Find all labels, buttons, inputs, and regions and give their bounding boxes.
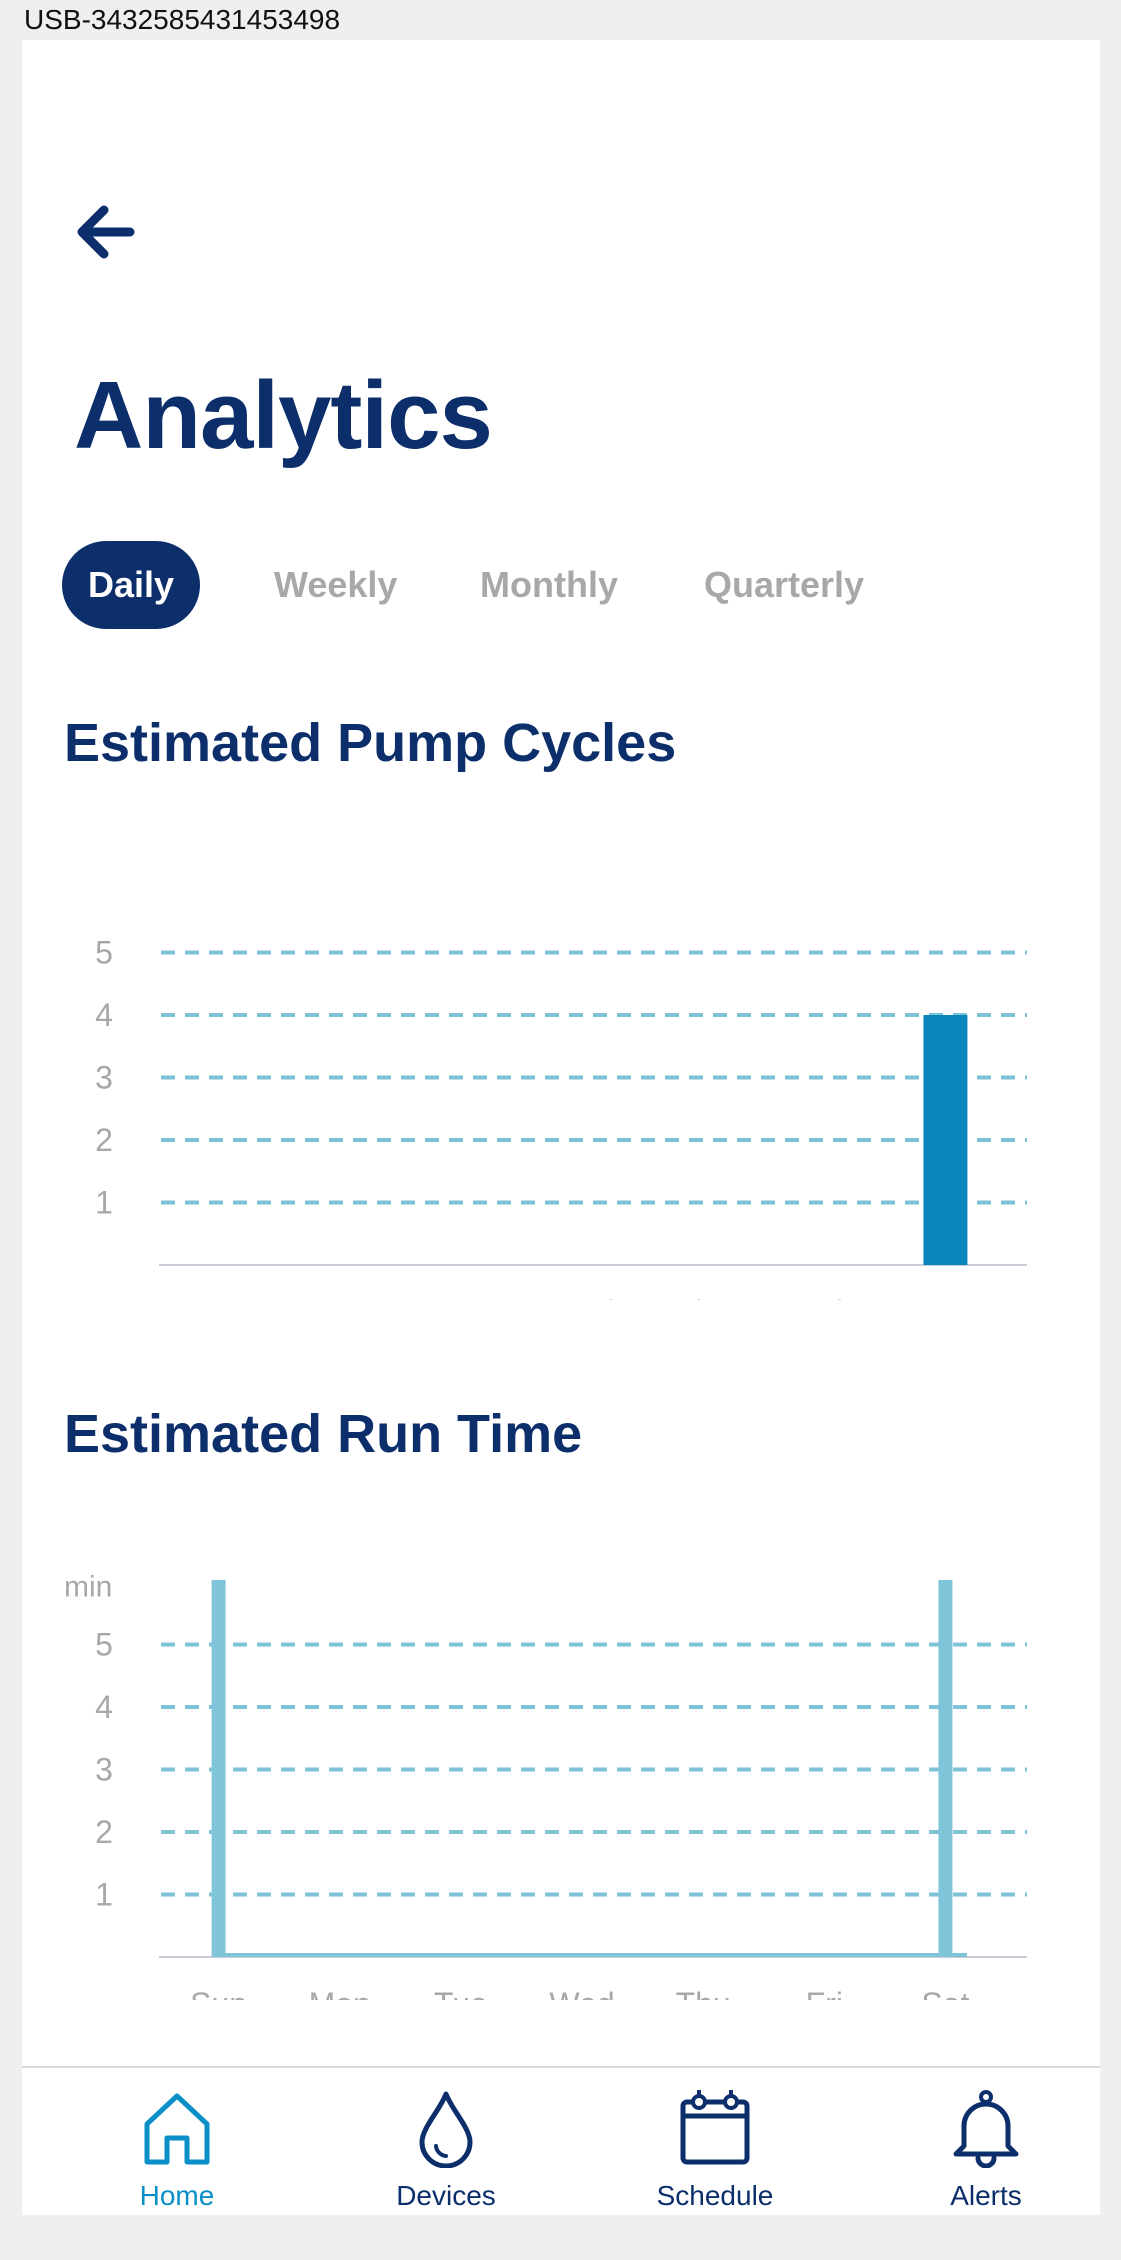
y-tick-label: 4 — [95, 1689, 113, 1725]
nav-devices-label: Devices — [396, 2180, 496, 2211]
y-tick-label: 4 — [95, 997, 113, 1033]
calendar-icon — [680, 2090, 750, 2165]
bar-sat — [923, 1015, 968, 1265]
x-tick-label: Sun — [190, 1294, 247, 1300]
x-tick-label: Wed — [549, 1986, 614, 2000]
y-axis-unit-label: min — [64, 1571, 112, 1604]
run-time-chart: min 1 2 3 4 5 Sun Mon Tue Wed Thu Fri Sat — [22, 1520, 1100, 2000]
x-tick-label: Sun — [190, 1986, 247, 2000]
x-tick-label: Sat — [921, 1294, 969, 1300]
nav-schedule-label: Schedule — [656, 2180, 774, 2211]
nav-alerts-label: Alerts — [950, 2180, 1022, 2211]
nav-schedule[interactable]: Schedule — [615, 2068, 815, 2215]
y-tick-label: 5 — [95, 1627, 113, 1663]
x-tick-label: Sat — [921, 1986, 969, 2000]
x-tick-label: Tue — [434, 1986, 488, 2000]
nav-home[interactable]: Home — [77, 2068, 277, 2215]
y-tick-label: 2 — [95, 1122, 113, 1158]
y-tick-label: 1 — [95, 1185, 113, 1221]
x-tick-label: Thu — [676, 1986, 731, 2000]
run-time-svg: min 1 2 3 4 5 Sun Mon Tue Wed Thu Fri Sat — [64, 1571, 1027, 2000]
x-tick-label: Tue — [434, 1294, 488, 1300]
x-tick-label: Mon — [309, 1294, 371, 1300]
x-tick-label: Fri — [806, 1986, 843, 2000]
water-drop-icon — [419, 2091, 473, 2168]
device-id-label: USB-3432585431453498 — [24, 4, 341, 35]
arrow-left-icon — [77, 205, 135, 259]
x-tick-label: Fri — [806, 1294, 843, 1300]
pump-cycles-chart: 1 2 3 4 5 Sun Mon Tue Wed Thu Fri Sat — [22, 860, 1100, 1300]
nav-devices[interactable]: Devices — [346, 2068, 546, 2215]
y-tick-label: 2 — [95, 1814, 113, 1850]
y-tick-label: 1 — [95, 1877, 113, 1913]
bar-sun — [211, 1580, 226, 1957]
y-tick-label: 5 — [95, 935, 113, 971]
page-title: Analytics — [74, 362, 493, 469]
run-time-title: Estimated Run Time — [64, 1404, 583, 1464]
x-tick-label: Thu — [676, 1294, 731, 1300]
tab-daily[interactable]: Daily — [62, 541, 200, 629]
y-tick-label: 3 — [95, 1752, 113, 1788]
nav-home-label: Home — [139, 2180, 215, 2211]
tab-monthly[interactable]: Monthly — [480, 541, 618, 629]
app-screen: Analytics Daily Weekly Monthly Quarterly… — [22, 40, 1100, 2215]
tab-weekly[interactable]: Weekly — [274, 541, 397, 629]
nav-alerts[interactable]: Alerts — [886, 2068, 1086, 2215]
y-tick-label: 3 — [95, 1060, 113, 1096]
pump-cycles-title: Estimated Pump Cycles — [64, 713, 677, 773]
x-tick-label: Mon — [309, 1986, 371, 2000]
bottom-nav: Home Devices Schedule Alerts — [22, 2066, 1100, 2215]
tab-quarterly[interactable]: Quarterly — [704, 541, 864, 629]
back-button[interactable] — [70, 198, 150, 268]
home-icon — [144, 2093, 210, 2165]
bar-sat — [938, 1580, 953, 1957]
bell-icon — [953, 2090, 1019, 2168]
pump-cycles-svg: 1 2 3 4 5 Sun Mon Tue Wed Thu Fri Sat — [95, 935, 1027, 1300]
x-tick-label: Wed — [549, 1294, 614, 1300]
